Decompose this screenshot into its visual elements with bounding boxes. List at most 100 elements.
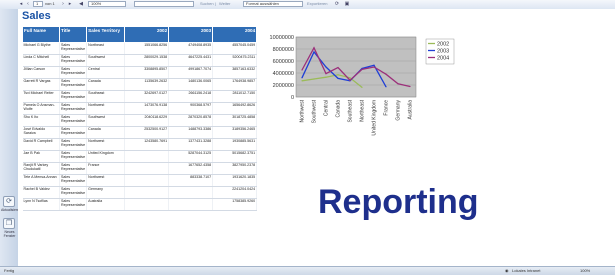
- table-cell: [124, 150, 170, 163]
- data-point-2002: [361, 86, 363, 88]
- security-zone-icon: ◉: [505, 268, 509, 273]
- find-link[interactable]: Suchen: [200, 1, 214, 7]
- export-link[interactable]: Exportieren: [307, 1, 327, 7]
- table-cell: Sales Representative: [59, 78, 88, 91]
- data-point-2004: [373, 66, 375, 68]
- status-zoom[interactable]: 100%: [580, 268, 590, 274]
- x-tick-label: Southeast: [348, 99, 354, 122]
- data-point-2003: [313, 51, 315, 53]
- legend-label: 2004: [437, 56, 449, 62]
- sales-table: Full Name Title Sales Territory 2002 200…: [22, 26, 258, 220]
- table-cell: Southwest: [86, 114, 126, 127]
- table-cell: Ranjit R Varkey Chudukatil: [22, 162, 60, 175]
- table-cell: Tsvi Michael Reiter: [22, 90, 60, 103]
- table-cell: 900368.5797: [168, 102, 214, 115]
- table-row: Pamela O Ansman-Wolfe Sales Representativ…: [22, 102, 258, 115]
- previous-page-icon[interactable]: ‹: [25, 1, 31, 7]
- x-tick-label: France: [384, 100, 390, 116]
- table-cell: 4647225.4431: [168, 54, 214, 67]
- table-cell: Canada: [86, 78, 126, 91]
- refresh-panel-icon[interactable]: ⟳: [3, 196, 15, 207]
- export-format-select[interactable]: Format auswählen: [243, 1, 303, 7]
- table-spacer-cell: [125, 211, 169, 220]
- table-row: David R Campbell Sales Representative Nort…: [22, 138, 258, 151]
- y-tick-label: 8000000: [273, 47, 294, 53]
- table-cell: Jillian Carson: [22, 66, 60, 79]
- data-point-2004: [349, 79, 351, 81]
- table-cell: Australia: [86, 198, 126, 211]
- legend-label: 2003: [437, 49, 449, 55]
- zoom-select[interactable]: 100%: [88, 1, 126, 7]
- new-window-icon[interactable]: ❐: [3, 218, 15, 229]
- table-row: Michael G Blythe Sales Representative Nort…: [22, 42, 258, 55]
- table-cell: 2661156.2418: [168, 90, 214, 103]
- table-cell: 1377431.3288: [168, 138, 214, 151]
- table-cell: 1758385.9260: [212, 198, 258, 211]
- table-cell: 4557045.0459: [212, 42, 258, 55]
- x-tick-label: Southwest: [312, 99, 318, 123]
- last-page-icon[interactable]: ▸: [67, 1, 73, 7]
- x-tick-label: Australia: [408, 100, 414, 120]
- x-tick-label: Canada: [336, 100, 342, 118]
- data-point-2002: [325, 76, 327, 78]
- table-cell: Northwest: [86, 102, 126, 115]
- data-point-2002: [301, 80, 303, 82]
- refresh-icon[interactable]: ⟳: [334, 1, 340, 7]
- table-cell: David R Campbell: [22, 138, 60, 151]
- legend-label: 2002: [437, 42, 449, 48]
- data-point-2004: [361, 68, 363, 70]
- x-tick-label: Northwest: [300, 99, 306, 122]
- table-spacer-row: [23, 211, 257, 220]
- table-cell: 2241204.0424: [212, 186, 258, 199]
- table-cell: Linda C Mitchell: [22, 54, 60, 67]
- table-cell: 3857163.6332: [212, 66, 258, 79]
- next-page-icon[interactable]: ›: [60, 1, 66, 7]
- table-cell: 3242697.0127: [124, 90, 170, 103]
- report-title: Sales: [22, 10, 51, 22]
- data-point-2004: [337, 67, 339, 69]
- table-cell: Shu K Ito: [22, 114, 60, 127]
- x-tick-label: Northeast: [360, 99, 366, 121]
- find-input[interactable]: [134, 1, 194, 7]
- first-page-icon[interactable]: ◂: [18, 1, 24, 7]
- refresh-panel-label: Aktualisieren: [1, 208, 22, 212]
- table-cell: 1473076.9138: [124, 102, 170, 115]
- data-point-2002: [349, 77, 351, 79]
- table-cell: Germany: [86, 186, 126, 199]
- reporting-caption: Reporting: [318, 183, 479, 221]
- table-cell: Sales Representative: [59, 54, 88, 67]
- table-row: Tete A Mensa-Annan Sales Representative No…: [22, 174, 258, 187]
- table-cell: 2800029.1538: [124, 54, 170, 67]
- table-cell: 5200475.2311: [212, 54, 258, 67]
- table-cell: [168, 186, 214, 199]
- table-cell: Garrett R Vargas: [22, 78, 60, 91]
- table-cell: Northwest: [86, 138, 126, 151]
- table-row: Shu K Ito Sales Representative Southwest 20…: [22, 114, 258, 127]
- x-tick-label: Germany: [396, 100, 402, 121]
- find-next-link[interactable]: Weiter: [219, 1, 230, 7]
- back-icon[interactable]: ◀: [78, 1, 84, 7]
- data-point-2003: [325, 66, 327, 68]
- table-cell: 2811012.7150: [212, 90, 258, 103]
- plot-area: [295, 36, 417, 98]
- data-point-2002: [337, 74, 339, 76]
- table-cell: 4749408.8935: [168, 42, 214, 55]
- table-cell: [124, 198, 170, 211]
- table-cell: 3308895.8507: [124, 66, 170, 79]
- table-cell: Pamela O Ansman-Wolfe: [22, 102, 60, 115]
- table-cell: Sales Representative: [59, 114, 88, 127]
- table-cell: 2532500.9127: [124, 126, 170, 139]
- table-cell: Sales Representative: [59, 66, 88, 79]
- table-cell: Sales Representative: [59, 162, 88, 175]
- table-cell: Michael G Blythe: [22, 42, 60, 55]
- page-number-input[interactable]: 1: [33, 1, 43, 7]
- table-cell: [124, 186, 170, 199]
- table-cell: 1656492.8626: [212, 102, 258, 115]
- table-cell: 1931620.1835: [212, 174, 258, 187]
- x-tick-label: United Kingdom: [372, 100, 378, 136]
- column-header: 2002: [124, 26, 170, 43]
- data-point-2004: [385, 73, 387, 75]
- print-icon[interactable]: ▣: [344, 1, 350, 7]
- data-point-2004: [313, 47, 315, 49]
- table-row: Jillian Carson Sales Representative Centra…: [22, 66, 258, 79]
